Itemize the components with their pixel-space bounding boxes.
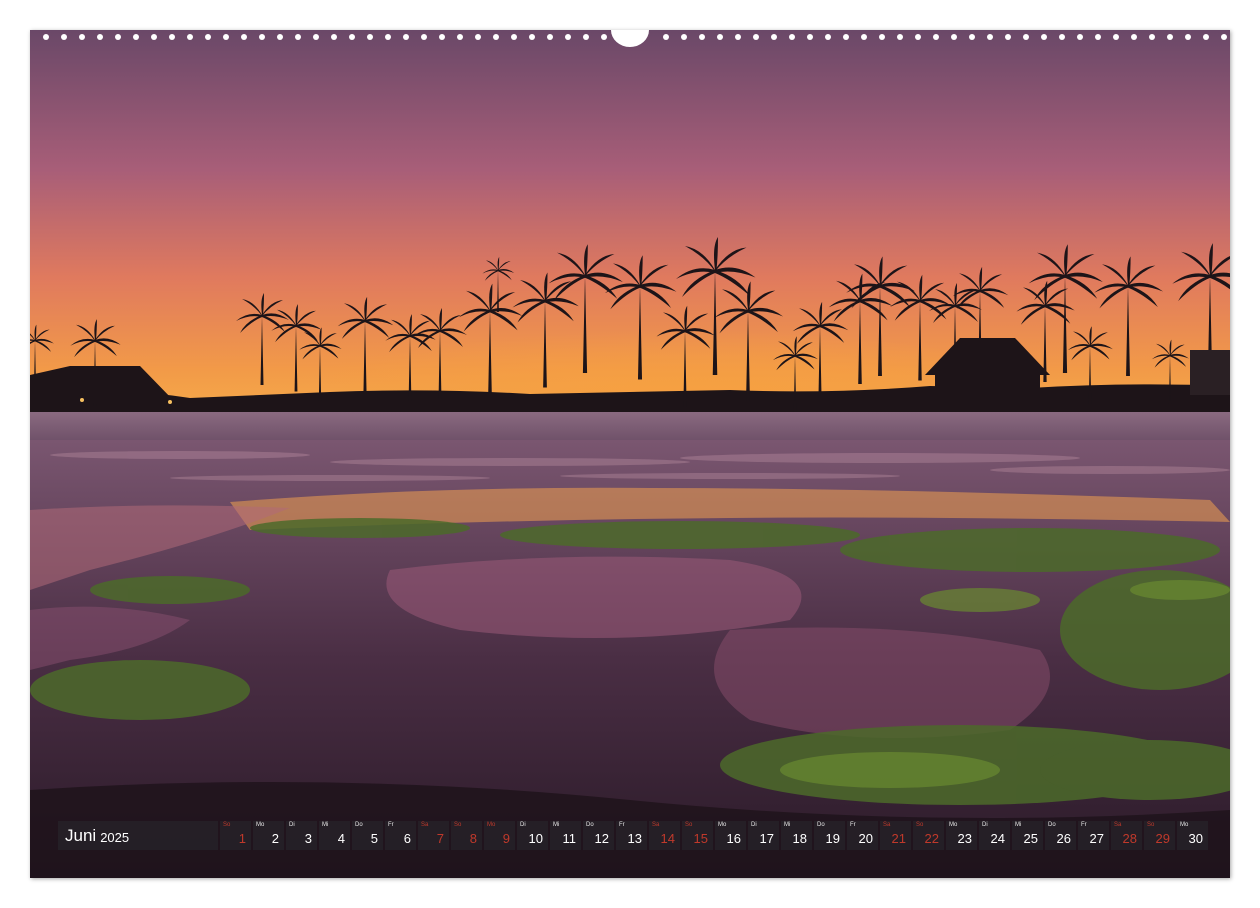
day-number: 15 — [693, 831, 708, 846]
day-number: 1 — [238, 831, 246, 846]
month-label-cell: Juni 2025 — [58, 821, 218, 850]
day-cell: Mi 25 — [1012, 821, 1043, 850]
day-number: 10 — [528, 831, 543, 846]
weekday-label: Mo — [487, 822, 496, 828]
day-number: 20 — [858, 831, 873, 846]
day-cell: Do 26 — [1045, 821, 1076, 850]
day-number: 26 — [1056, 831, 1071, 846]
calendar-strip: Juni 2025 So 1 Mo 2 Di 3 Mi 4 Do 5 Fr 6 Sa 7 So… — [58, 821, 1208, 850]
day-number: 14 — [660, 831, 675, 846]
day-number: 7 — [436, 831, 444, 846]
month-name: Juni — [65, 825, 97, 845]
day-number: 16 — [726, 831, 741, 846]
sunset-beach-photo — [30, 30, 1230, 878]
weekday-label: Do — [817, 822, 825, 828]
day-number: 18 — [792, 831, 807, 846]
weekday-label: Fr — [619, 822, 625, 828]
day-cell: Fr 6 — [385, 821, 416, 850]
day-cell: So 15 — [682, 821, 713, 850]
weekday-label: Do — [1048, 822, 1056, 828]
day-number: 3 — [304, 831, 312, 846]
day-number: 13 — [627, 831, 642, 846]
day-number: 25 — [1023, 831, 1038, 846]
day-number: 23 — [957, 831, 972, 846]
weekday-label: So — [454, 822, 462, 828]
weekday-label: Mi — [553, 822, 560, 828]
day-number: 22 — [924, 831, 939, 846]
weekday-label: Sa — [652, 822, 660, 828]
day-cell: Mo 30 — [1177, 821, 1208, 850]
weekday-label: Mo — [1180, 822, 1189, 828]
day-cell: Mo 2 — [253, 821, 284, 850]
weekday-label: So — [1147, 822, 1155, 828]
day-cell: Do 12 — [583, 821, 614, 850]
weekday-label: Fr — [388, 822, 394, 828]
day-number: 8 — [469, 831, 477, 846]
weekday-label: Mi — [322, 822, 329, 828]
day-cell: Fr 27 — [1078, 821, 1109, 850]
day-number: 2 — [271, 831, 279, 846]
day-cell: Di 17 — [748, 821, 779, 850]
day-cell: Sa 21 — [880, 821, 911, 850]
weekday-label: Sa — [421, 822, 429, 828]
day-cell: Sa 7 — [418, 821, 449, 850]
day-number: 28 — [1122, 831, 1137, 846]
day-cell: Di 3 — [286, 821, 317, 850]
day-number: 6 — [403, 831, 411, 846]
day-cell: Do 5 — [352, 821, 383, 850]
day-cell: Do 19 — [814, 821, 845, 850]
weekday-label: So — [916, 822, 924, 828]
weekday-label: Fr — [1081, 822, 1087, 828]
day-cell: So 8 — [451, 821, 482, 850]
day-number: 4 — [337, 831, 345, 846]
day-number: 30 — [1188, 831, 1203, 846]
day-number: 11 — [562, 831, 577, 846]
day-number: 29 — [1155, 831, 1170, 846]
weekday-label: So — [223, 822, 231, 828]
weekday-label: Di — [982, 822, 988, 828]
day-cell: Sa 14 — [649, 821, 680, 850]
weekday-label: Do — [586, 822, 594, 828]
day-cell: Sa 28 — [1111, 821, 1142, 850]
weekday-label: Di — [751, 822, 757, 828]
weekday-label: Di — [520, 822, 526, 828]
weekday-label: Do — [355, 822, 363, 828]
day-number: 9 — [502, 831, 510, 846]
spiral-binding — [30, 30, 1230, 47]
day-cell: So 29 — [1144, 821, 1175, 850]
weekday-label: Di — [289, 822, 295, 828]
day-cell: Di 24 — [979, 821, 1010, 850]
day-number: 17 — [759, 831, 774, 846]
weekday-label: Mi — [1015, 822, 1022, 828]
day-cell: Mo 23 — [946, 821, 977, 850]
day-cell: Mi 18 — [781, 821, 812, 850]
month-year: 2025 — [100, 829, 130, 845]
day-cell: Mi 11 — [550, 821, 581, 850]
day-cell: Di 10 — [517, 821, 548, 850]
day-number: 5 — [370, 831, 378, 846]
day-number: 21 — [891, 831, 906, 846]
weekday-label: So — [685, 822, 693, 828]
day-cell: Mo 16 — [715, 821, 746, 850]
weekday-label: Sa — [883, 822, 891, 828]
weekday-label: Mo — [949, 822, 958, 828]
weekday-label: Sa — [1114, 822, 1122, 828]
weekday-label: Fr — [850, 822, 856, 828]
day-cell: Fr 13 — [616, 821, 647, 850]
day-cell: Mi 4 — [319, 821, 350, 850]
day-number: 19 — [825, 831, 840, 846]
day-cell: So 1 — [220, 821, 251, 850]
weekday-label: Mi — [784, 822, 791, 828]
day-number: 12 — [594, 831, 609, 846]
day-cell: So 22 — [913, 821, 944, 850]
day-number: 27 — [1089, 831, 1104, 846]
weekday-label: Mo — [718, 822, 727, 828]
day-cell: Mo 9 — [484, 821, 515, 850]
day-number: 24 — [990, 831, 1005, 846]
day-cell: Fr 20 — [847, 821, 878, 850]
weekday-label: Mo — [256, 822, 265, 828]
